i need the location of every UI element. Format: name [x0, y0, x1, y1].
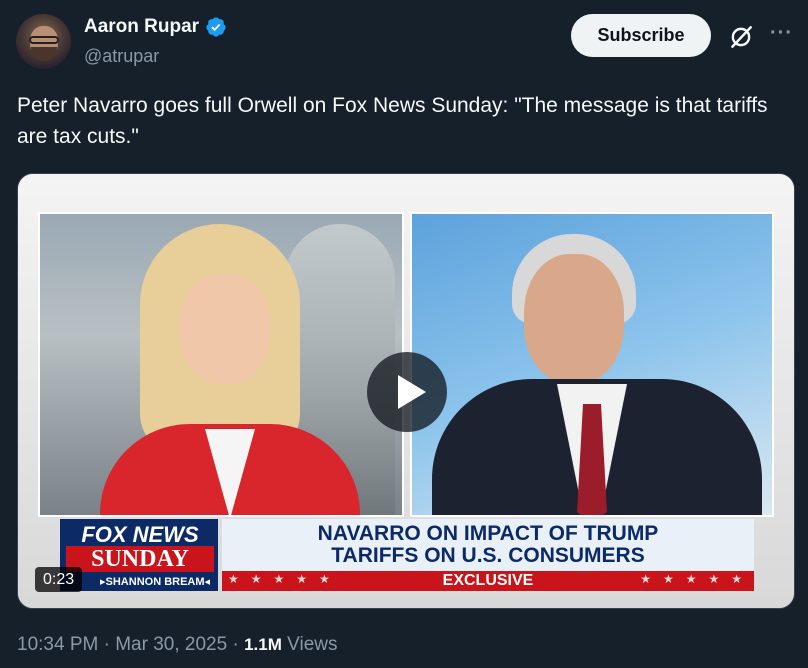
verified-badge-icon	[206, 17, 226, 37]
meta-separator: ·	[232, 634, 239, 655]
video-lower-third: FOX NEWS SUNDAY ▸SHANNON BREAM◂ NAVARRO …	[60, 519, 754, 591]
exclusive-bar: ★★★★★ ★★★★★ EXCLUSIVE	[222, 571, 754, 591]
video-host-panel	[38, 212, 404, 517]
more-options-icon[interactable]: ···	[770, 22, 793, 45]
subscribe-button[interactable]: Subscribe	[571, 14, 711, 57]
views-label: Views	[287, 634, 338, 655]
play-button-icon[interactable]	[367, 352, 447, 432]
video-duration-badge: 0:23	[35, 567, 83, 592]
tweet-date[interactable]: Mar 30, 2025	[115, 634, 227, 655]
fox-host-label: ▸SHANNON BREAM◂	[100, 576, 211, 588]
video-headline: NAVARRO ON IMPACT OF TRUMP TARIFFS ON U.…	[222, 523, 754, 567]
tweet-text: Peter Navarro goes full Orwell on Fox Ne…	[17, 94, 768, 148]
fox-show-label: SUNDAY	[66, 546, 214, 572]
tweet-meta: 10:34 PM · Mar 30, 2025 · 1.1M Views	[17, 634, 338, 656]
avatar-glasses	[29, 36, 59, 44]
fox-news-sunday-logo: FOX NEWS SUNDAY ▸SHANNON BREAM◂	[60, 519, 218, 591]
video-headline-line2: TARIFFS ON U.S. CONSUMERS	[331, 544, 645, 567]
avatar-beard	[31, 47, 57, 61]
views-count: 1.1M	[244, 635, 282, 654]
host-face	[180, 274, 270, 384]
video-headline-box: NAVARRO ON IMPACT OF TRUMP TARIFFS ON U.…	[222, 519, 754, 571]
author-handle[interactable]: @atrupar	[84, 46, 159, 67]
tweet-time[interactable]: 10:34 PM	[17, 634, 98, 655]
guest-face	[524, 254, 624, 384]
fox-network-label: FOX NEWS	[81, 522, 199, 547]
video-player[interactable]: FOX NEWS SUNDAY ▸SHANNON BREAM◂ NAVARRO …	[17, 173, 795, 609]
meta-separator: ·	[103, 634, 110, 655]
grok-icon[interactable]	[728, 24, 754, 50]
author-avatar[interactable]	[16, 14, 71, 69]
exclusive-label: EXCLUSIVE	[442, 572, 534, 589]
author-name[interactable]: Aaron Rupar	[84, 16, 199, 38]
author-name-row[interactable]: Aaron Rupar	[84, 16, 227, 38]
video-guest-panel	[410, 212, 774, 517]
video-headline-line1: NAVARRO ON IMPACT OF TRUMP	[317, 522, 659, 545]
